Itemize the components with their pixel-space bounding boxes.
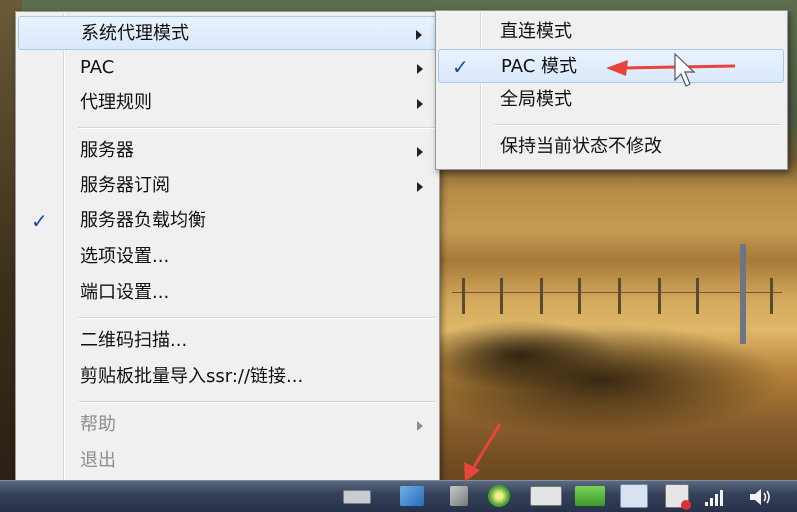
wallpaper-fence-post: [770, 278, 773, 314]
checkmark-icon: ✓: [31, 209, 48, 233]
wallpaper-windmill-pole: [740, 244, 746, 344]
nvidia-icon[interactable]: [575, 486, 605, 506]
shadowsocks-icon[interactable]: [450, 486, 468, 506]
proxy-mode-submenu: 直连模式 ✓ PAC 模式 全局模式 保持当前状态不修改: [435, 10, 788, 170]
menu-item-options[interactable]: 选项设置...: [18, 240, 437, 274]
app-icon[interactable]: [400, 486, 424, 506]
submenu-arrow-icon: [417, 147, 423, 157]
menu-item-exit[interactable]: 退出: [18, 444, 437, 478]
submenu-item-label: 直连模式: [500, 21, 572, 42]
wallpaper-fence-post: [618, 278, 621, 314]
green-app-icon[interactable]: [488, 485, 510, 507]
wallpaper-fence-post: [500, 278, 503, 314]
submenu-item-pac-mode[interactable]: ✓ PAC 模式: [438, 49, 784, 83]
menu-item-label: 帮助: [80, 414, 116, 435]
menu-item-label: 端口设置...: [80, 282, 170, 303]
menu-item-label: 剪贴板批量导入ssr://链接...: [80, 366, 304, 387]
checkmark-icon: ✓: [452, 55, 469, 79]
menu-separator: [78, 317, 435, 319]
menu-item-clipboard-import[interactable]: 剪贴板批量导入ssr://链接...: [18, 360, 437, 394]
wallpaper-fence-post: [696, 278, 699, 314]
submenu-item-label: 全局模式: [500, 89, 572, 110]
menu-item-servers[interactable]: 服务器: [18, 134, 437, 168]
menu-item-system-proxy-mode[interactable]: 系统代理模式: [18, 16, 437, 50]
submenu-arrow-icon: [417, 64, 423, 74]
wallpaper-fence-post: [578, 278, 581, 314]
menu-item-server-subscription[interactable]: 服务器订阅: [18, 169, 437, 203]
display-icon[interactable]: [530, 486, 562, 506]
action-center-icon[interactable]: [665, 484, 691, 510]
submenu-arrow-icon: [417, 421, 423, 431]
submenu-arrow-icon: [417, 182, 423, 192]
menu-item-qr-scan[interactable]: 二维码扫描...: [18, 324, 437, 358]
tray-context-menu: 系统代理模式 PAC 代理规则 服务器 服务器订阅 ✓ 服务器负载均衡 选项设置…: [15, 11, 440, 484]
menu-separator: [78, 401, 435, 403]
wallpaper-fence-post: [658, 278, 661, 314]
document-icon[interactable]: [620, 484, 648, 508]
menu-item-pac[interactable]: PAC: [18, 51, 437, 85]
menu-item-label: 服务器负载均衡: [80, 210, 206, 231]
menu-item-label: PAC: [80, 57, 115, 78]
menu-item-load-balance[interactable]: ✓ 服务器负载均衡: [18, 204, 437, 238]
menu-item-label: 退出: [80, 450, 116, 471]
keyboard-icon[interactable]: [343, 490, 371, 504]
menu-item-port-settings[interactable]: 端口设置...: [18, 276, 437, 310]
menu-item-label: 服务器订阅: [80, 175, 170, 196]
menu-separator: [78, 127, 435, 129]
wallpaper-fence-post: [540, 278, 543, 314]
wallpaper-fence-post: [462, 278, 465, 314]
submenu-separator: [494, 124, 781, 126]
submenu-item-direct-mode[interactable]: 直连模式: [438, 15, 784, 49]
volume-icon[interactable]: [748, 488, 774, 506]
submenu-item-keep-current[interactable]: 保持当前状态不修改: [438, 130, 784, 164]
menu-item-label: 服务器: [80, 140, 134, 161]
menu-item-label: 二维码扫描...: [80, 330, 188, 351]
submenu-arrow-icon: [416, 30, 422, 40]
submenu-item-label: PAC 模式: [501, 56, 577, 77]
network-icon[interactable]: [705, 488, 729, 506]
menu-item-proxy-rules[interactable]: 代理规则: [18, 86, 437, 120]
menu-item-label: 代理规则: [80, 92, 152, 113]
submenu-item-label: 保持当前状态不修改: [500, 136, 662, 157]
submenu-arrow-icon: [417, 99, 423, 109]
menu-item-label: 选项设置...: [80, 246, 170, 267]
submenu-item-global-mode[interactable]: 全局模式: [438, 83, 784, 117]
menu-item-help[interactable]: 帮助: [18, 408, 437, 442]
menu-item-label: 系统代理模式: [81, 23, 189, 44]
